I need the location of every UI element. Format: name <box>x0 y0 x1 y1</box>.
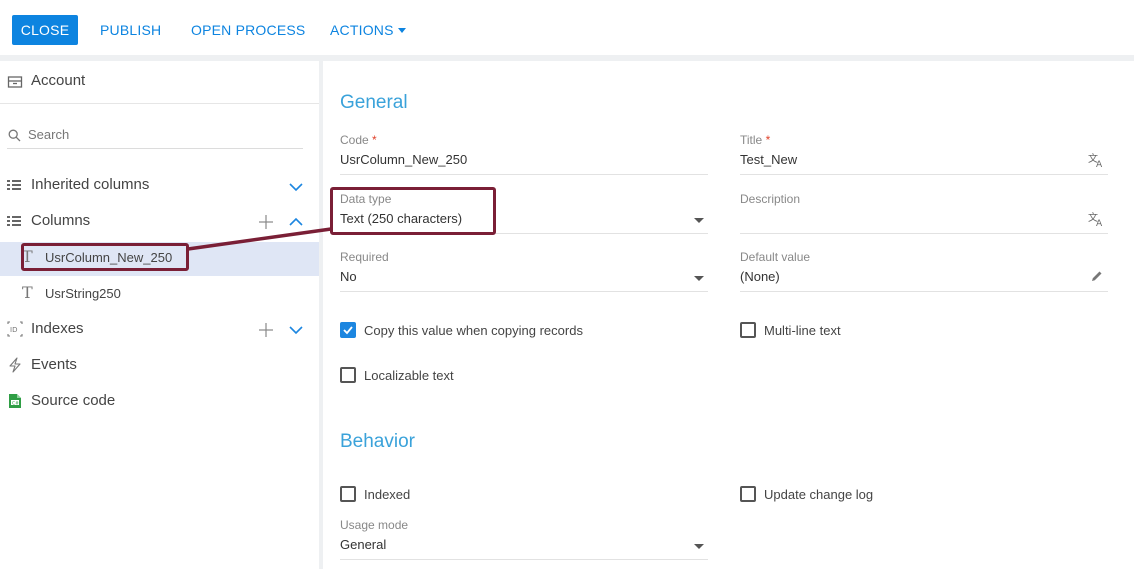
title-value[interactable]: Test_New <box>740 152 797 167</box>
sidebar-item-label: Columns <box>31 212 91 229</box>
actions-button[interactable]: ACTIONS <box>330 15 406 45</box>
default-value-field[interactable]: Default value (None) <box>740 250 1108 300</box>
sidebar-item-inherited-columns[interactable]: Inherited columns <box>0 176 319 196</box>
highlight-box-data-type <box>330 187 496 235</box>
object-icon <box>7 76 23 88</box>
required-label: Required <box>340 250 389 264</box>
translate-icon[interactable]: 文 A <box>1088 153 1105 168</box>
dropdown-arrow-icon[interactable] <box>694 218 704 223</box>
code-field[interactable]: Code * UsrColumn_New_250 <box>340 133 708 183</box>
usage-mode-field[interactable]: Usage mode General <box>340 518 708 568</box>
field-underline <box>740 174 1108 175</box>
field-underline <box>740 233 1108 234</box>
search-icon <box>8 129 21 142</box>
required-field[interactable]: Required No <box>340 250 708 300</box>
close-button[interactable]: CLOSE <box>12 15 78 45</box>
list-icon <box>7 216 21 226</box>
sidebar-item-label: Source code <box>31 392 116 409</box>
sidebar-item-label: Indexes <box>31 320 84 337</box>
index-icon: ID <box>7 321 23 337</box>
usage-mode-value[interactable]: General <box>340 537 386 552</box>
sidebar: Account Search Inherited columns Columns <box>0 61 319 569</box>
highlight-connector-line <box>187 227 332 251</box>
actions-label: ACTIONS <box>330 22 394 38</box>
dropdown-arrow-icon[interactable] <box>694 544 704 549</box>
description-field[interactable]: Description 文 A <box>740 192 1108 242</box>
chevron-down-icon[interactable] <box>289 325 303 335</box>
code-value[interactable]: UsrColumn_New_250 <box>340 152 467 167</box>
copy-value-label: Copy this value when copying records <box>364 323 583 338</box>
search-underline <box>7 148 303 149</box>
chevron-down-icon[interactable] <box>289 182 303 192</box>
sidebar-account-header: Account <box>0 72 319 92</box>
update-change-log-label: Update change log <box>764 487 874 502</box>
required-value[interactable]: No <box>340 269 357 284</box>
code-file-icon: C# <box>9 394 21 408</box>
sidebar-item-source-code[interactable]: C# Source code <box>0 392 319 412</box>
indexed-checkbox[interactable] <box>340 486 356 502</box>
open-process-button[interactable]: OPEN PROCESS <box>191 15 305 45</box>
text-type-icon: T <box>22 283 33 302</box>
checkmark-icon <box>343 326 353 335</box>
indexed-label: Indexed <box>364 487 411 502</box>
multi-line-checkbox[interactable] <box>740 322 756 338</box>
description-label: Description <box>740 192 801 206</box>
pencil-icon[interactable] <box>1091 270 1103 282</box>
divider <box>0 103 319 104</box>
list-icon <box>7 180 21 190</box>
default-value-label: Default value <box>740 250 811 264</box>
sidebar-item-events[interactable]: Events <box>0 356 319 376</box>
usage-mode-label: Usage mode <box>340 518 409 532</box>
field-underline <box>340 559 708 560</box>
toolbar: CLOSE PUBLISH OPEN PROCESS ACTIONS <box>0 0 1134 56</box>
localizable-checkbox[interactable] <box>340 367 356 383</box>
search-input[interactable]: Search <box>28 127 69 142</box>
translate-icon[interactable]: 文 A <box>1088 212 1105 227</box>
sidebar-item-label: UsrString250 <box>45 286 121 301</box>
general-section-title: General <box>340 92 408 113</box>
update-change-log-checkbox[interactable] <box>740 486 756 502</box>
field-underline <box>740 291 1108 292</box>
code-label: Code * <box>340 133 377 147</box>
sidebar-item-label: Events <box>31 356 77 373</box>
copy-value-checkbox[interactable] <box>340 322 356 338</box>
field-underline <box>340 174 708 175</box>
sidebar-item-label: Inherited columns <box>31 176 150 193</box>
lightning-icon <box>9 357 21 373</box>
dropdown-arrow-icon[interactable] <box>694 276 704 281</box>
add-icon[interactable] <box>259 323 273 337</box>
title-field[interactable]: Title * Test_New 文 A <box>740 133 1108 183</box>
svg-text:A: A <box>1096 219 1103 227</box>
properties-panel: General Code * UsrColumn_New_250 Title *… <box>323 61 1134 569</box>
sidebar-title: Account <box>31 72 86 89</box>
default-value-value[interactable]: (None) <box>740 269 780 284</box>
behavior-section-title: Behavior <box>340 431 415 452</box>
title-label: Title * <box>740 133 771 147</box>
highlight-box-column <box>21 243 189 271</box>
sidebar-item-indexes[interactable]: ID Indexes <box>0 320 319 340</box>
svg-text:A: A <box>1096 160 1103 168</box>
caret-down-icon <box>397 27 406 33</box>
multi-line-label: Multi-line text <box>764 323 841 338</box>
sidebar-item-usrstring250[interactable]: T UsrString250 <box>0 284 319 304</box>
svg-text:ID: ID <box>10 326 17 334</box>
publish-button[interactable]: PUBLISH <box>100 15 161 45</box>
svg-text:C#: C# <box>12 400 19 406</box>
localizable-label: Localizable text <box>364 368 454 383</box>
field-underline <box>340 291 708 292</box>
